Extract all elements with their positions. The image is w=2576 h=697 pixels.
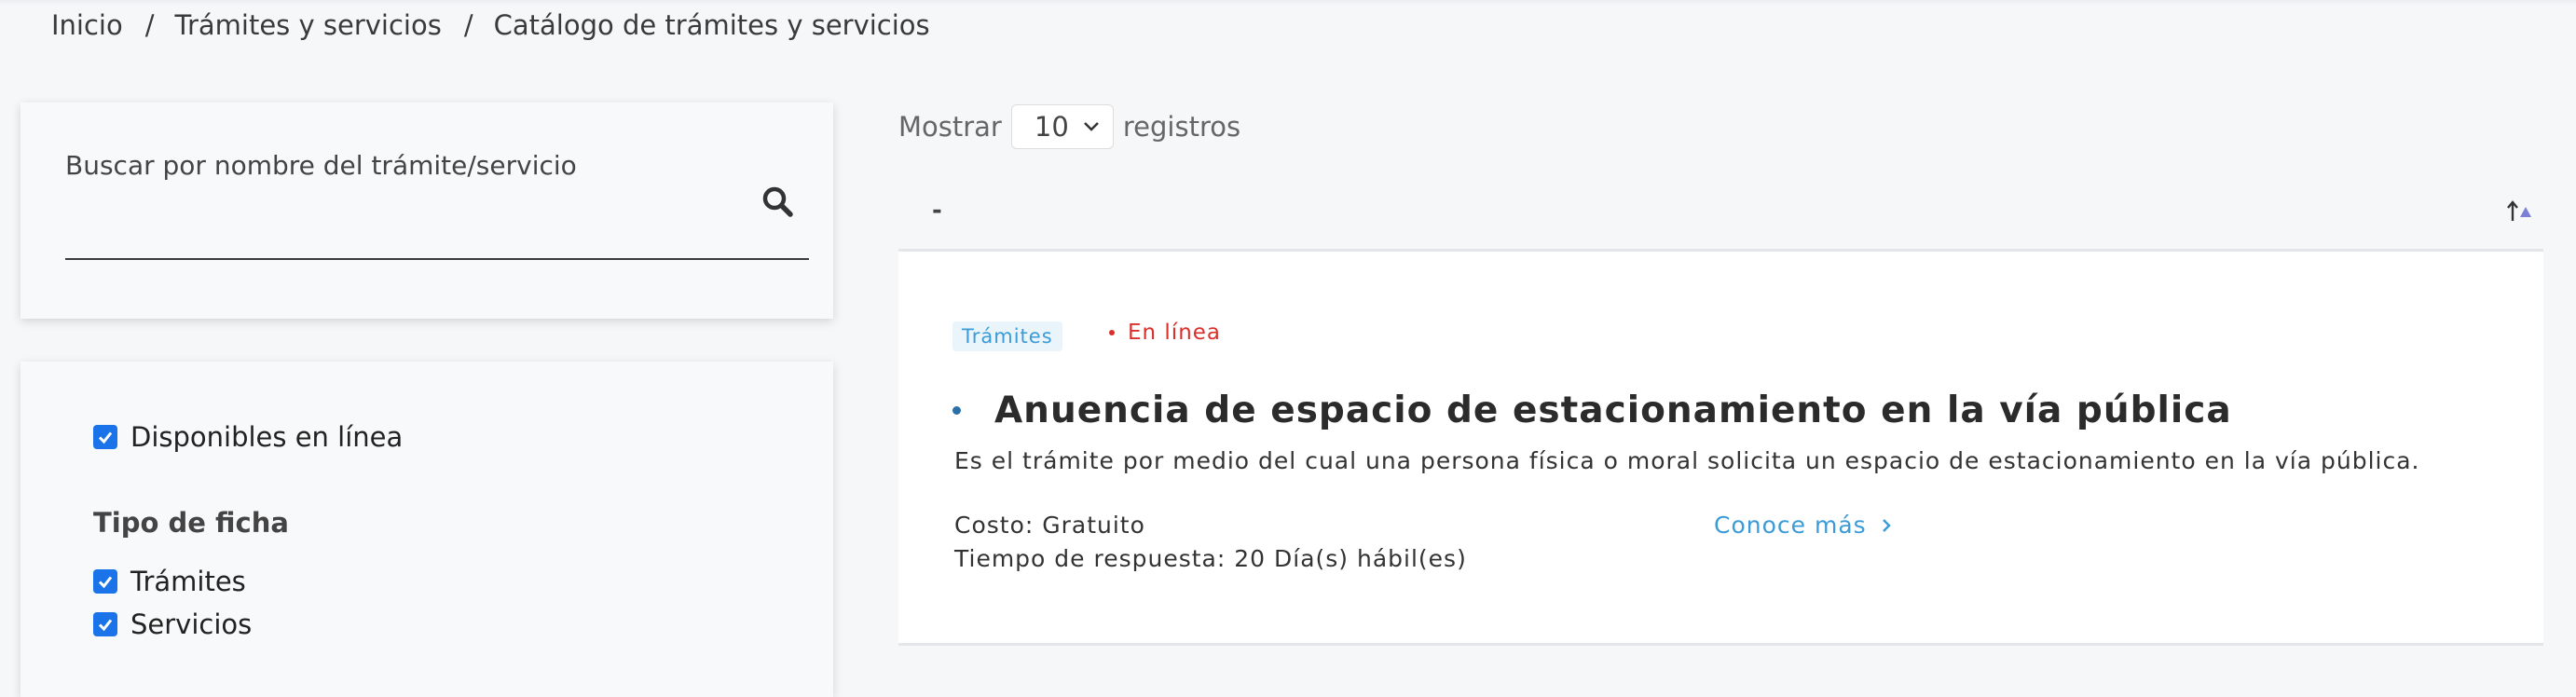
page-size-control: Mostrar 10 registros — [898, 104, 1240, 149]
results-header: - — [898, 182, 2543, 252]
filter-type-title: Tipo de ficha — [93, 507, 289, 539]
header-column-label: - — [932, 197, 942, 225]
chevron-down-icon — [1083, 122, 1099, 131]
chevron-right-icon — [1882, 518, 1891, 532]
filter-online-label: Disponibles en línea — [130, 421, 404, 453]
search-input[interactable] — [65, 219, 759, 256]
check-icon — [98, 431, 113, 444]
result-description: Es el trámite por medio del cual una per… — [954, 447, 2420, 474]
breadcrumb-item-procedures[interactable]: Trámites y servicios — [175, 9, 442, 41]
result-cost: Costo: Gratuito — [954, 512, 1145, 539]
category-badge: Trámites — [952, 321, 1062, 351]
status-label: En línea — [1128, 321, 1222, 345]
result-item: Trámites En línea Anuencia de espacio de… — [898, 252, 2543, 646]
status-dot — [1109, 330, 1115, 335]
search-icon[interactable] — [760, 184, 797, 221]
show-prefix: Mostrar — [898, 111, 1002, 143]
filter-card: Disponibles en línea Tipo de ficha Trámi… — [21, 362, 833, 697]
status-badge: En línea — [1109, 321, 1221, 345]
learn-more-link[interactable]: Conoce más — [1714, 512, 1893, 539]
check-icon — [98, 576, 113, 589]
checkbox-servicios[interactable] — [93, 612, 117, 636]
top-bar-shadow — [0, 0, 2576, 6]
search-underline — [65, 258, 809, 260]
checkbox-tramites[interactable] — [93, 569, 117, 594]
filter-type-servicios-row[interactable]: Servicios — [93, 608, 252, 640]
checkbox-online[interactable] — [93, 425, 117, 449]
filter-type-servicios-label: Servicios — [130, 608, 253, 640]
result-title[interactable]: Anuencia de espacio de estacionamiento e… — [952, 390, 2232, 431]
sort-ascending-icon[interactable] — [2504, 197, 2534, 226]
title-bullet — [952, 406, 961, 415]
breadcrumb-separator: / — [463, 9, 473, 41]
filter-type-tramites-row[interactable]: Trámites — [93, 566, 246, 597]
check-icon — [98, 619, 113, 632]
search-label: Buscar por nombre del trámite/servicio — [65, 150, 577, 181]
filter-online-row[interactable]: Disponibles en línea — [93, 421, 403, 453]
result-response-time: Tiempo de respuesta: 20 Día(s) hábil(es) — [954, 545, 1467, 572]
breadcrumb: Inicio / Trámites y servicios / Catálogo de … — [51, 9, 930, 41]
breadcrumb-item-catalog: Catálogo de trámites y servicios — [493, 9, 930, 41]
result-title-text: Anuencia de espacio de estacionamiento e… — [994, 390, 2232, 431]
show-suffix: registros — [1122, 111, 1241, 143]
learn-more-label: Conoce más — [1714, 512, 1867, 539]
filter-type-tramites-label: Trámites — [130, 566, 246, 597]
breadcrumb-separator: / — [144, 9, 155, 41]
breadcrumb-item-home[interactable]: Inicio — [51, 9, 123, 41]
page-size-select[interactable]: 10 — [1010, 104, 1114, 149]
page-size-value: 10 — [1034, 111, 1069, 143]
search-card: Buscar por nombre del trámite/servicio — [21, 102, 833, 319]
